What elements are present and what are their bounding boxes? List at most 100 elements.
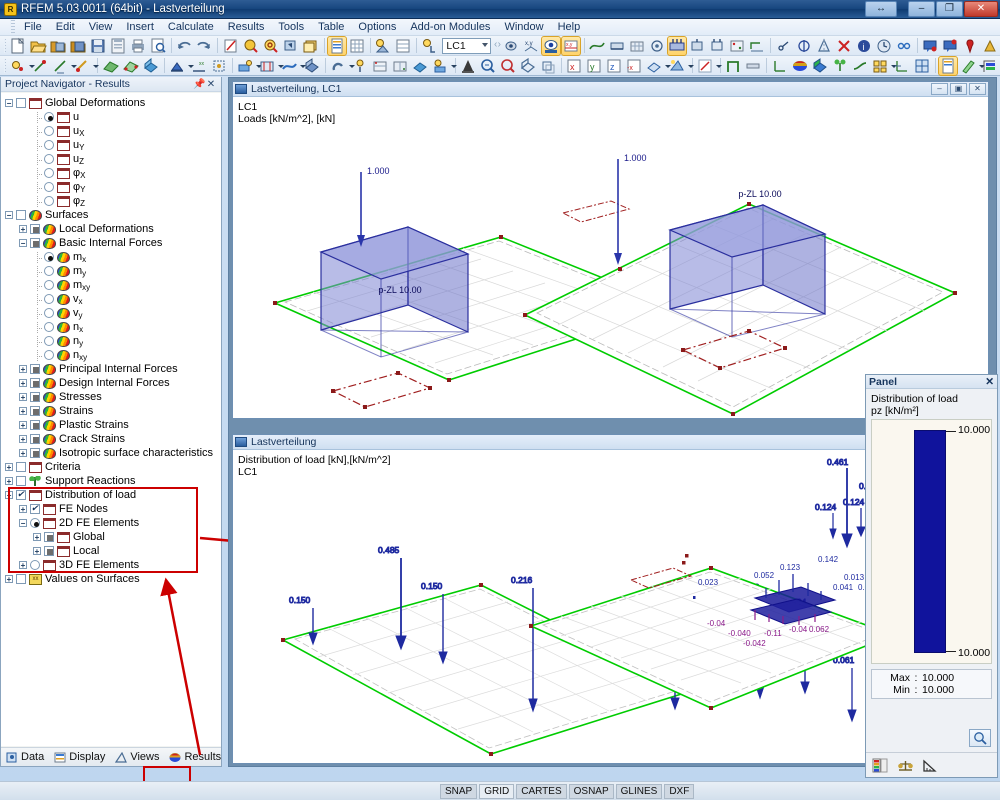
open-project-icon[interactable] (49, 37, 67, 55)
results-on-off-icon[interactable] (502, 37, 520, 55)
zoom-window-icon[interactable] (479, 57, 497, 75)
expand-icon[interactable]: + (4, 574, 15, 585)
tree-item[interactable]: +FE Nodes (4, 502, 221, 516)
pin-marker-icon[interactable] (961, 37, 979, 55)
navigator-tree-container[interactable]: −Global DeformationsuuXuYuZφXφYφZ−Surfac… (1, 93, 221, 746)
viewport-maximize-button[interactable]: ▣ (950, 83, 967, 95)
expand-icon[interactable]: + (4, 462, 15, 473)
tree-item[interactable]: φZ (4, 194, 221, 208)
tree-item[interactable]: vx (4, 292, 221, 306)
status-cell-snap[interactable]: SNAP (440, 784, 477, 799)
load-case-icon[interactable] (420, 37, 438, 55)
expand-icon[interactable]: + (18, 378, 29, 389)
info-icon[interactable]: i (855, 37, 873, 55)
status-cell-glines[interactable]: GLINES (616, 784, 663, 799)
table-grid-icon[interactable] (348, 37, 366, 55)
deformation-icon[interactable] (588, 37, 606, 55)
surface-new-icon[interactable] (102, 57, 120, 75)
menu-item-help[interactable]: Help (551, 20, 588, 34)
node-icon[interactable] (9, 57, 27, 75)
expand-icon[interactable]: + (18, 406, 29, 417)
tree-item[interactable]: my (4, 264, 221, 278)
status-cell-grid[interactable]: GRID (479, 784, 514, 799)
color-surface-icon[interactable] (791, 57, 809, 75)
tree-item-radio[interactable] (43, 195, 55, 207)
save-all-icon[interactable] (109, 37, 127, 55)
tree-item[interactable]: nx (4, 320, 221, 334)
tree-item-radio[interactable] (43, 279, 55, 291)
tree-item-checkbox[interactable] (15, 489, 27, 501)
chevron-down-icon[interactable] (348, 57, 350, 75)
tree-item[interactable]: +3D FE Elements (4, 558, 221, 572)
viewport-close-button[interactable]: ✕ (969, 83, 986, 95)
chevron-down-icon[interactable] (299, 57, 301, 75)
close-icon[interactable]: ✕ (985, 376, 994, 388)
viewport-top-canvas[interactable]: LC1 Loads [kN/m^2], [kN] (233, 97, 988, 418)
tree-item[interactable]: mxy (4, 278, 221, 292)
open-model-icon[interactable] (69, 37, 87, 55)
next-load-case-button[interactable]: › (497, 38, 501, 53)
menu-item-results[interactable]: Results (221, 20, 272, 34)
chevron-down-icon[interactable] (978, 57, 980, 75)
tree-item[interactable]: +Criteria (4, 460, 221, 474)
zoom-out-icon[interactable] (499, 57, 517, 75)
comment-2-icon[interactable] (941, 37, 959, 55)
edit-section-icon[interactable] (222, 37, 240, 55)
chevron-down-icon[interactable] (70, 57, 72, 75)
chevron-down-icon[interactable] (255, 57, 257, 75)
show-result-values-icon[interactable] (542, 37, 560, 55)
select-window-icon[interactable] (282, 37, 300, 55)
menu-item-file[interactable]: File (17, 20, 49, 34)
expand-icon[interactable]: + (32, 532, 43, 543)
window-tile-icon[interactable] (913, 57, 931, 75)
ucs-icon[interactable] (893, 57, 911, 75)
tree-item[interactable]: ny (4, 334, 221, 348)
save-icon[interactable] (89, 37, 107, 55)
tree-item-radio[interactable] (43, 153, 55, 165)
tree-item-checkbox[interactable] (15, 209, 27, 221)
dimension-icon[interactable] (748, 37, 766, 55)
tree-item[interactable]: +Design Internal Forces (4, 376, 221, 390)
surface-nodes-icon[interactable] (122, 57, 140, 75)
collapse-icon[interactable]: − (4, 98, 15, 109)
restore-dual-button[interactable]: ↔ (865, 1, 897, 17)
redo-icon[interactable] (195, 37, 213, 55)
delete-cross-icon[interactable] (835, 37, 853, 55)
free-load-icon[interactable] (280, 57, 298, 75)
expand-icon[interactable]: + (18, 504, 29, 515)
tree-item-radio[interactable] (43, 139, 55, 151)
view-x-icon[interactable]: x (565, 57, 583, 75)
view-negx-icon[interactable]: -x (625, 57, 643, 75)
tree-item-checkbox[interactable] (29, 391, 41, 403)
minimize-button[interactable]: – (908, 1, 935, 17)
tree-item[interactable]: φX (4, 166, 221, 180)
comment-1-icon[interactable] (921, 37, 939, 55)
tree-item[interactable]: vy (4, 306, 221, 320)
tree-item[interactable]: +Support Reactions (4, 474, 221, 488)
mesh-1-icon[interactable] (371, 57, 389, 75)
new-window-icon[interactable] (302, 37, 320, 55)
expand-icon[interactable]: + (32, 546, 43, 557)
status-cell-dxf[interactable]: DXF (664, 784, 694, 799)
view-isometric-icon[interactable] (645, 57, 663, 75)
tree-item[interactable]: +Crack Strains (4, 432, 221, 446)
tree-item[interactable]: +Local (4, 544, 221, 558)
tree-item-radio[interactable] (43, 125, 55, 137)
clock-icon[interactable] (875, 37, 893, 55)
symmetry-icon[interactable] (795, 37, 813, 55)
tree-item[interactable]: +Stresses (4, 390, 221, 404)
tree-item-radio[interactable] (43, 335, 55, 347)
tree-item-radio[interactable] (43, 265, 55, 277)
ruler-icon[interactable] (922, 758, 939, 773)
line-icon[interactable] (31, 57, 49, 75)
close-button[interactable]: ✕ (964, 1, 998, 17)
solid-icon[interactable] (142, 57, 160, 75)
show-tables-icon[interactable] (328, 37, 346, 55)
tree-item-checkbox[interactable] (15, 461, 27, 473)
add-node-icon[interactable] (351, 57, 369, 75)
nodal-load-icon[interactable] (236, 57, 254, 75)
tree-item[interactable]: uZ (4, 152, 221, 166)
release-icon[interactable] (851, 57, 869, 75)
new-file-icon[interactable] (9, 37, 27, 55)
chevron-down-icon[interactable] (664, 57, 666, 75)
